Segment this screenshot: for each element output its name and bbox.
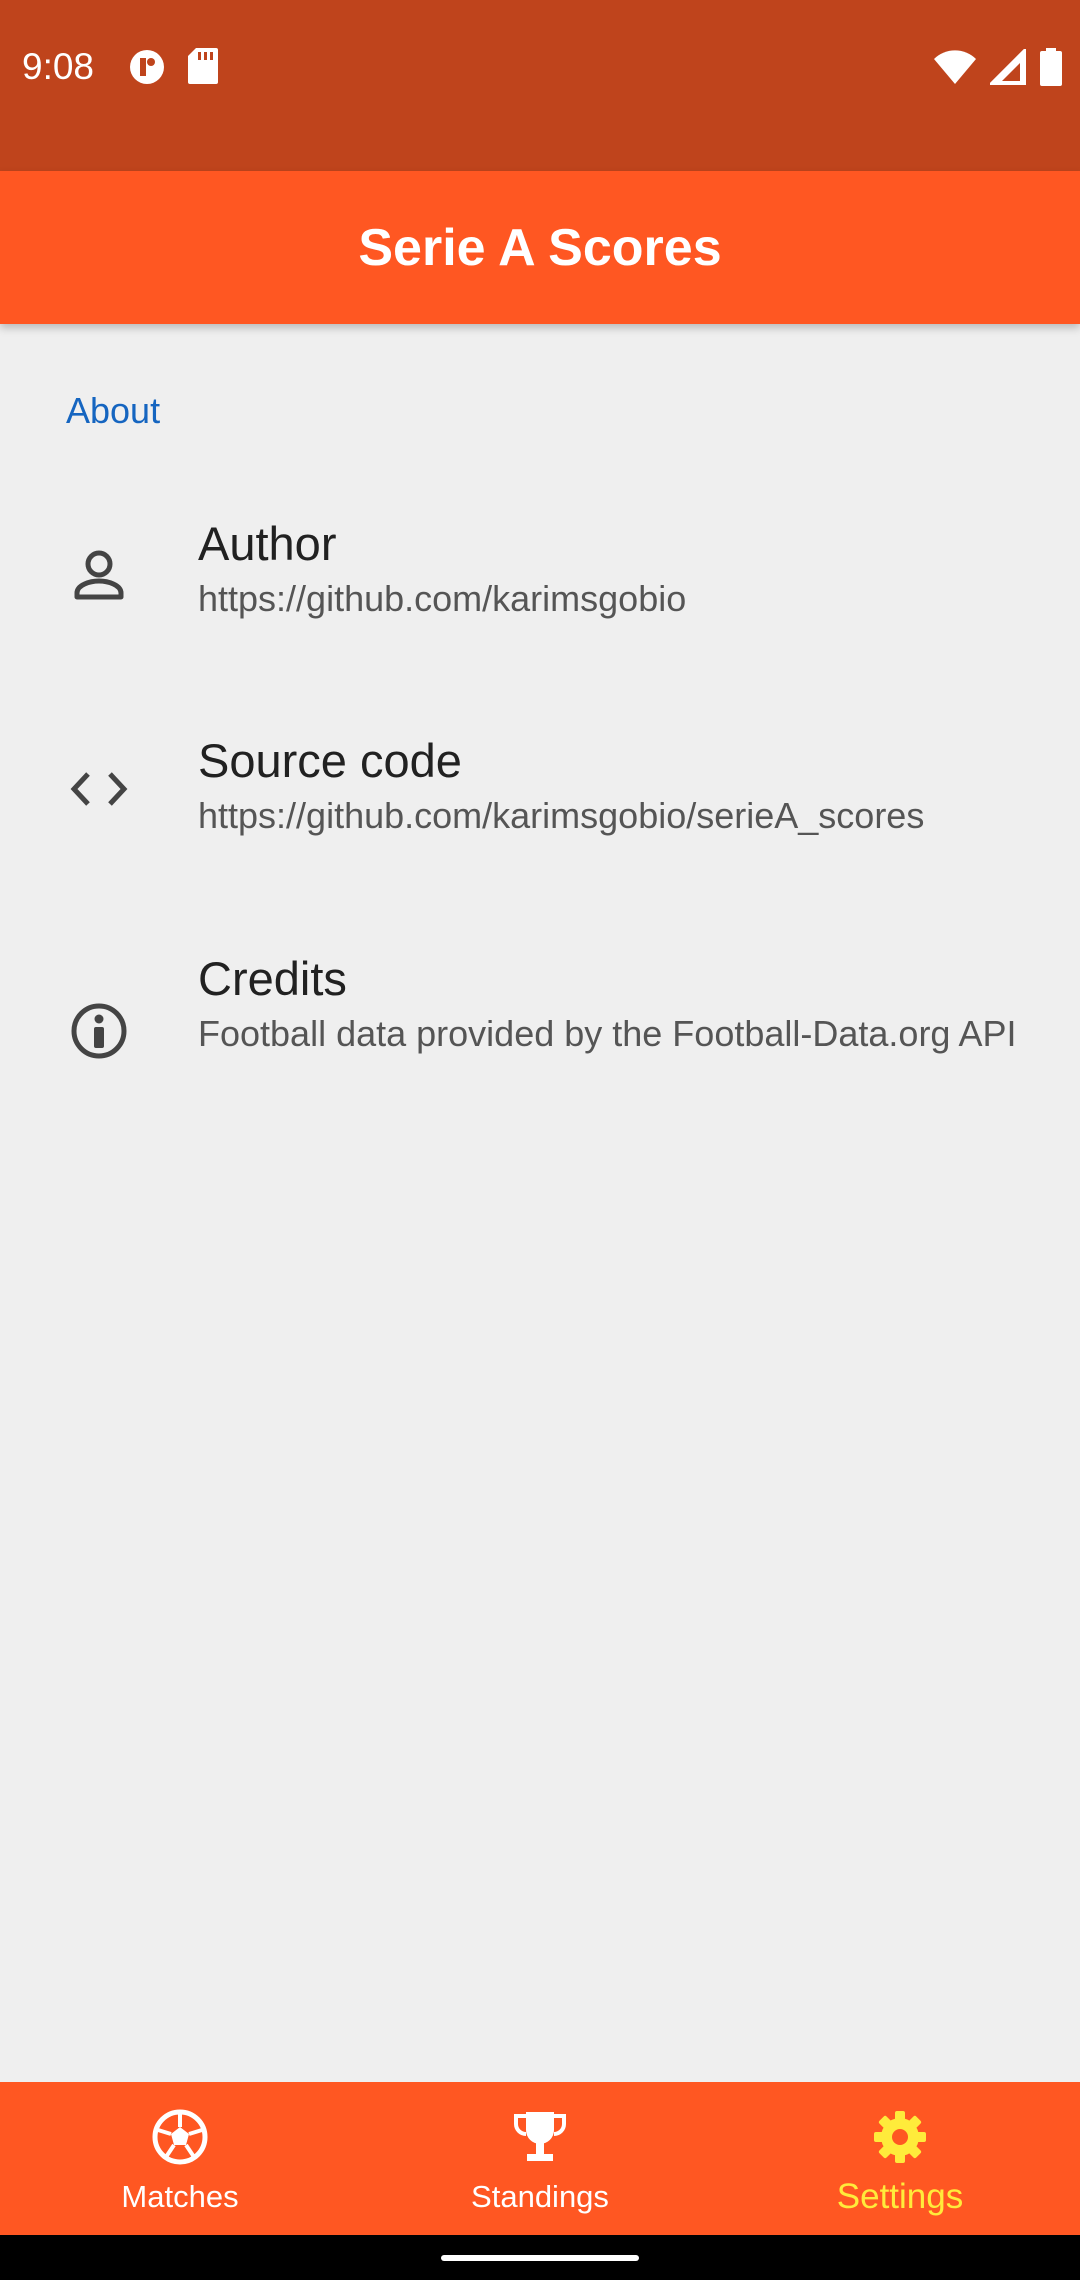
gesture-navigation-area [0,2235,1080,2280]
nav-matches-label: Matches [121,2179,239,2214]
code-icon [66,756,132,822]
credits-list-item[interactable]: Credits Football data provided by the Fo… [0,940,1080,1120]
source-code-subtitle: https://github.com/karimsgobio/serieA_sc… [198,795,925,836]
soccer-ball-icon [151,2108,209,2171]
nav-settings[interactable]: Settings [720,2082,1080,2235]
section-header-about: About [66,390,161,431]
nav-settings-label: Settings [836,2177,964,2216]
gear-icon [871,2108,929,2171]
status-bar: 9:08 [0,0,1080,171]
bottom-navigation: Matches Standings Settings [0,2082,1080,2235]
signal-icon [986,45,1028,90]
trophy-icon [511,2108,569,2171]
sd-card-icon [188,48,218,91]
author-title: Author [198,517,337,570]
app-bar: Serie A Scores [0,171,1080,324]
wifi-icon [934,50,976,89]
source-code-list-item[interactable]: Source code https://github.com/karimsgob… [0,722,1080,872]
info-icon [66,998,132,1064]
source-code-title: Source code [198,734,462,787]
battery-icon [1040,48,1062,91]
privacy-icon [128,48,166,91]
nav-standings[interactable]: Standings [360,2082,720,2235]
nav-standings-label: Standings [471,2179,609,2214]
author-subtitle: https://github.com/karimsgobio [198,578,687,619]
person-icon [66,543,132,609]
status-time: 9:08 [22,46,95,87]
app-title: Serie A Scores [358,218,722,277]
settings-screen: 9:08 Serie A Scores About Author https:/… [0,0,1080,2280]
author-list-item[interactable]: Author https://github.com/karimsgobio [0,505,1080,655]
credits-title: Credits [198,952,347,1005]
credits-subtitle: Football data provided by the Football-D… [198,1013,1017,1054]
gesture-handle[interactable] [441,2255,639,2261]
nav-matches[interactable]: Matches [0,2082,360,2235]
